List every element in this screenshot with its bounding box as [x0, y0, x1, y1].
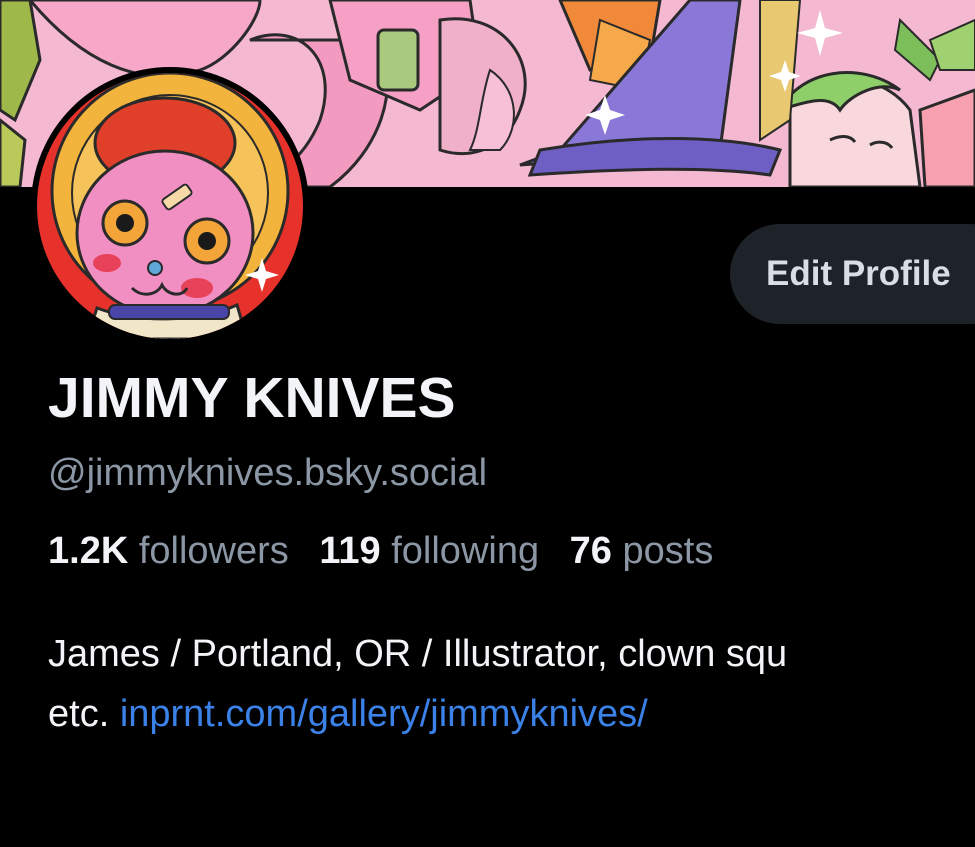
following-stat[interactable]: 119 following [319, 530, 539, 572]
following-count: 119 [319, 530, 381, 572]
following-label: following [391, 530, 540, 572]
profile-bio: James / Portland, OR / Illustrator, clow… [48, 624, 975, 744]
posts-label: posts [622, 530, 714, 572]
profile-avatar[interactable] [31, 67, 309, 345]
profile-stats: 1.2K followers 119 following 76 posts [48, 530, 733, 573]
followers-count: 1.2K [48, 530, 129, 572]
profile-display-name: JIMMY KNIVES [48, 366, 456, 430]
posts-stat: 76 posts [570, 530, 714, 572]
bio-line-2-prefix: etc. [48, 693, 110, 735]
edit-profile-button[interactable]: Edit Profile [730, 224, 975, 324]
bio-link[interactable]: inprnt.com/gallery/jimmyknives/ [120, 693, 648, 735]
posts-count: 76 [569, 530, 612, 572]
followers-stat[interactable]: 1.2K followers [48, 530, 289, 572]
profile-screen: Edit Profile JIMMY KNIVES @jimmyknives.b… [0, 0, 975, 847]
bio-line-1: James / Portland, OR / Illustrator, clow… [48, 633, 788, 675]
bio-line-2: etc. inprnt.com/gallery/jimmyknives/ [48, 684, 975, 744]
followers-label: followers [138, 530, 289, 572]
profile-handle: @jimmyknives.bsky.social [48, 452, 488, 494]
